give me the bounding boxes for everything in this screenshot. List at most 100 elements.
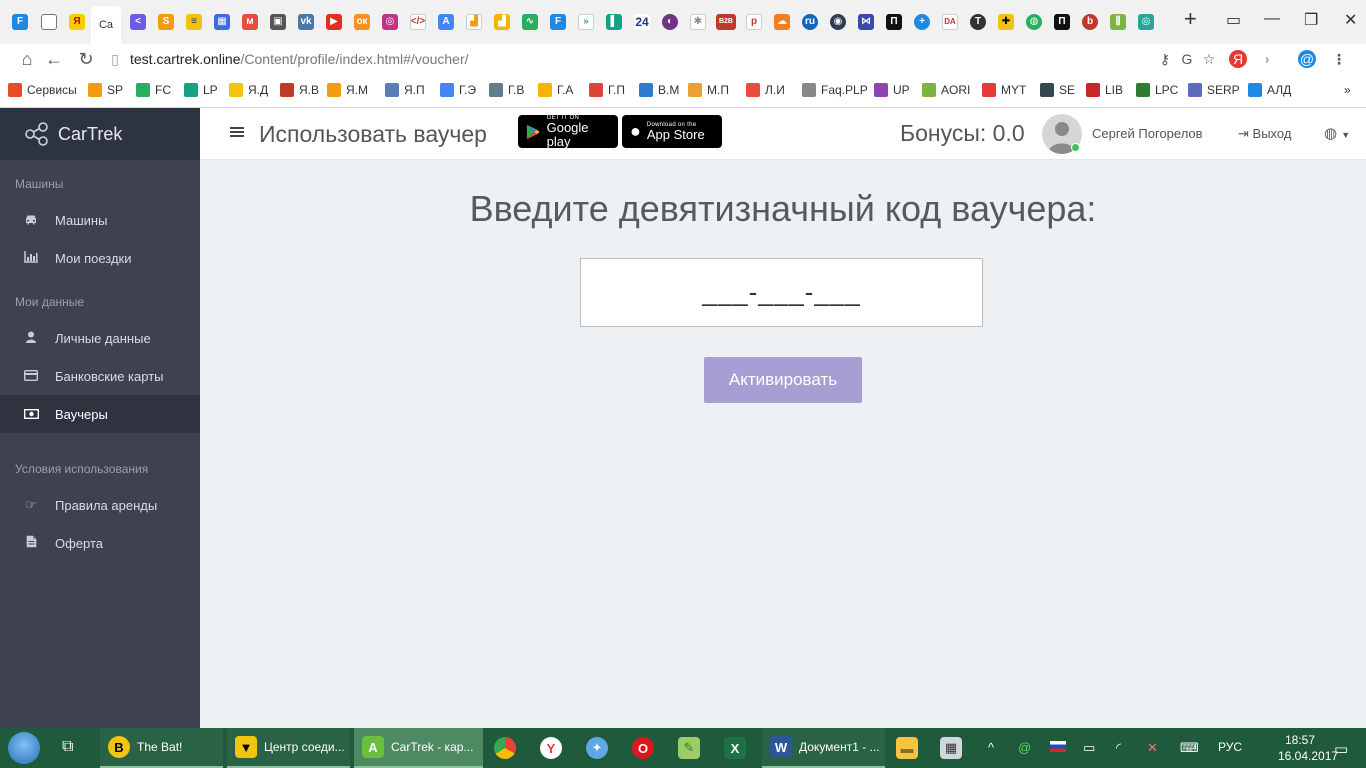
bookmark-item[interactable]: В.М xyxy=(639,83,679,97)
bookmark-item[interactable]: FC xyxy=(136,83,171,97)
tab-favicon[interactable]: < xyxy=(124,8,152,36)
tray-expand-icon[interactable]: ^ xyxy=(988,740,994,755)
tab-favicon[interactable]: ок xyxy=(348,8,376,36)
taskbar-pinned-notepad[interactable]: ✎ xyxy=(670,728,710,768)
tab-favicon[interactable]: DA xyxy=(936,8,964,36)
language-indicator[interactable]: РУС xyxy=(1218,740,1242,754)
tab-favicon[interactable]: ✚ xyxy=(992,8,1020,36)
keyboard-icon[interactable]: ⌨ xyxy=(1180,740,1199,756)
bookmark-item[interactable]: Г.А xyxy=(538,83,573,97)
tab-favicon[interactable]: ≡ xyxy=(180,8,208,36)
bookmark-item[interactable]: Я.Д xyxy=(229,83,268,97)
bookmark-item[interactable]: Сервисы xyxy=(8,83,77,97)
taskbar-pinned-chrome[interactable] xyxy=(486,728,526,768)
tab-favicon[interactable]: A xyxy=(432,8,460,36)
tab-favicon[interactable] xyxy=(35,8,63,36)
bookmarks-overflow-icon[interactable]: » xyxy=(1344,83,1351,97)
tab-favicon[interactable]: ◎ xyxy=(1132,8,1160,36)
bookmark-item[interactable]: UP xyxy=(874,83,910,97)
bookmark-item[interactable]: LP xyxy=(184,83,218,97)
sidebar-item-trips[interactable]: Мои поездки xyxy=(0,239,200,277)
google-play-button[interactable]: GET IT ON Google play xyxy=(518,115,618,148)
home-icon[interactable]: ⌂ xyxy=(16,48,38,70)
bookmark-item[interactable]: SERP xyxy=(1188,83,1240,97)
bookmark-item[interactable]: AORI xyxy=(922,83,970,97)
new-tab-icon[interactable]: + xyxy=(1184,6,1197,32)
tab-favicon[interactable]: » xyxy=(572,8,600,36)
tab-favicon[interactable]: S xyxy=(152,8,180,36)
tab-favicon[interactable]: F xyxy=(544,8,572,36)
back-icon[interactable]: ← xyxy=(43,48,65,70)
bookmark-item[interactable]: MYT xyxy=(982,83,1026,97)
tab-favicon[interactable]: T xyxy=(964,8,992,36)
bookmark-item[interactable]: Л.И xyxy=(746,83,785,97)
circle-icon[interactable]: ◑ xyxy=(1257,50,1275,68)
translate-icon[interactable]: G xyxy=(1178,50,1196,68)
bookmark-item[interactable]: Г.П xyxy=(589,83,625,97)
language-dropdown[interactable]: ◍ ▼ xyxy=(1324,124,1350,142)
tab-favicon[interactable]: 24 xyxy=(628,8,656,36)
taskbar-pinned-excel[interactable]: X xyxy=(716,728,756,768)
tab-favicon[interactable]: П xyxy=(1048,8,1076,36)
tab-favicon[interactable]: ⫼ xyxy=(1104,8,1132,36)
tab-favicon[interactable]: ▌ xyxy=(600,8,628,36)
taskbar-pinned-yandex[interactable]: Y xyxy=(532,728,572,768)
close-icon[interactable]: ✕ xyxy=(1344,10,1357,30)
clock[interactable]: 18:57 16.04.2017 xyxy=(1278,732,1338,764)
tab-favicon[interactable]: p xyxy=(740,8,768,36)
menu-icon[interactable]: ⋮ xyxy=(1330,50,1348,68)
tab-favicon[interactable]: F xyxy=(6,8,34,36)
bookmark-item[interactable]: LIB xyxy=(1086,83,1123,97)
sidebar-item-vouchers[interactable]: Ваучеры xyxy=(0,395,200,433)
bookmark-item[interactable]: Faq.PLP xyxy=(802,83,868,97)
tab-favicon[interactable]: ▟ xyxy=(460,8,488,36)
maximize-icon[interactable]: ❐ xyxy=(1304,10,1318,30)
sidebar-item-bank-cards[interactable]: Банковские карты xyxy=(0,357,200,395)
start-button[interactable] xyxy=(8,732,40,764)
tab-favicon[interactable]: B2B xyxy=(712,8,740,36)
tab-favicon[interactable]: ⋈ xyxy=(852,8,880,36)
tab-favicon[interactable]: vk xyxy=(292,8,320,36)
bookmark-item[interactable]: LPC xyxy=(1136,83,1178,97)
sidebar-item-rental-rules[interactable]: ☞ Правила аренды xyxy=(0,486,200,524)
tab-favicon[interactable]: ☁ xyxy=(768,8,796,36)
tab-favicon[interactable]: ∿ xyxy=(516,8,544,36)
page-info-icon[interactable]: ▯ xyxy=(106,50,124,68)
taskbar-pinned-calculator[interactable]: ▦ xyxy=(932,728,972,768)
restore-tabs-icon[interactable]: ▭ xyxy=(1226,10,1241,30)
tab-favicon[interactable]: ▣ xyxy=(264,8,292,36)
tab-favicon[interactable]: ▦ xyxy=(208,8,236,36)
tab-favicon[interactable]: ru xyxy=(796,8,824,36)
tab-favicon[interactable]: ◐ xyxy=(656,8,684,36)
tab-favicon[interactable]: ◍ xyxy=(1020,8,1048,36)
bookmark-item[interactable]: SP xyxy=(88,83,123,97)
volume-muted-icon[interactable]: ✕ xyxy=(1147,740,1158,756)
notifications-icon[interactable]: ▭ xyxy=(1334,740,1348,758)
voucher-code-input[interactable] xyxy=(580,258,983,327)
sidebar-item-offer[interactable]: Оферта xyxy=(0,524,200,562)
app-store-button[interactable]: ● Download on the App Store xyxy=(622,115,722,148)
taskbar-pinned-explorer[interactable]: ▬ xyxy=(888,728,928,768)
tab-favicon[interactable]: м xyxy=(236,8,264,36)
tab-favicon[interactable]: ◎ xyxy=(376,8,404,36)
key-icon[interactable]: ⚷ xyxy=(1156,50,1174,68)
taskbar-window-cartrek[interactable]: A CarTrek - кар... xyxy=(354,728,483,768)
bookmark-item[interactable]: АЛД xyxy=(1248,83,1291,97)
url-text[interactable]: test.cartrek.online/Content/profile/inde… xyxy=(130,51,469,67)
logout-button[interactable]: ⇥ Выход xyxy=(1238,126,1291,142)
tab-favicon[interactable]: ✱ xyxy=(684,8,712,36)
at-icon[interactable]: @ xyxy=(1018,740,1031,755)
tab-favicon[interactable]: + xyxy=(908,8,936,36)
flag-ru-icon[interactable] xyxy=(1050,740,1066,755)
tab-favicon[interactable]: </> xyxy=(404,8,432,36)
bookmark-item[interactable]: Я.М xyxy=(327,83,368,97)
brand[interactable]: CarTrek xyxy=(0,108,200,160)
taskbar-pinned-opera[interactable]: O xyxy=(624,728,664,768)
bookmark-item[interactable]: Г.В xyxy=(489,83,524,97)
sidebar-item-cars[interactable]: Машины xyxy=(0,201,200,239)
extension-icon[interactable]: @ xyxy=(1298,50,1316,68)
tab-favicon[interactable]: П xyxy=(880,8,908,36)
activate-button[interactable]: Активировать xyxy=(704,357,862,403)
battery-icon[interactable]: ▭ xyxy=(1083,740,1095,756)
username[interactable]: Сергей Погорелов xyxy=(1092,126,1203,141)
